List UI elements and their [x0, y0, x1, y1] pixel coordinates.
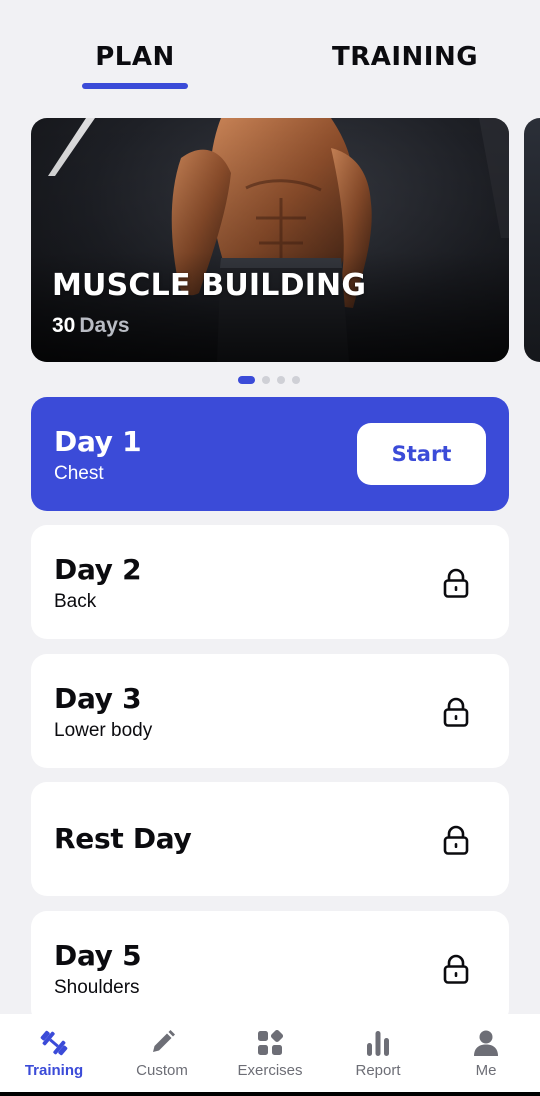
app-screen: PLAN TRAINING MUSCLE BUILDING 30 Days Da…: [0, 0, 540, 1096]
day-card-rest[interactable]: Rest Day: [31, 782, 509, 896]
day-title: Day 1: [54, 425, 142, 458]
banner-days-number: 30: [52, 314, 76, 337]
bar-chart-icon: [367, 1031, 389, 1056]
nav-label: Report: [355, 1062, 401, 1079]
pager-dot[interactable]: [292, 376, 300, 384]
tab-training[interactable]: TRAINING: [330, 40, 480, 80]
tab-plan[interactable]: PLAN: [84, 40, 186, 80]
pager-dot[interactable]: [262, 376, 270, 384]
day-title: Day 5: [54, 939, 142, 972]
pencil-icon: [153, 1030, 175, 1052]
lock-icon: [443, 697, 469, 727]
person-icon: [474, 1030, 498, 1056]
pager-dot-active[interactable]: [238, 376, 255, 384]
day-subtitle: Chest: [54, 463, 104, 484]
banner-days-unit: Days: [79, 314, 130, 337]
day-card-3[interactable]: Day 3 Lower body: [31, 654, 509, 768]
day-title: Day 2: [54, 553, 142, 586]
nav-custom[interactable]: Custom: [108, 1014, 216, 1096]
pager-dot[interactable]: [277, 376, 285, 384]
top-tab-bar: PLAN TRAINING: [0, 0, 540, 100]
start-button[interactable]: Start: [357, 423, 486, 485]
nav-label: Me: [475, 1062, 497, 1079]
nav-label: Training: [24, 1062, 84, 1079]
lock-icon: [443, 954, 469, 984]
nav-exercises[interactable]: Exercises: [216, 1014, 324, 1096]
day-card-5[interactable]: Day 5 Shoulders: [31, 911, 509, 1025]
nav-report[interactable]: Report: [324, 1014, 432, 1096]
nav-training[interactable]: Training: [0, 1014, 108, 1096]
banner-pager: [238, 376, 300, 384]
dumbbell-icon: [40, 1030, 68, 1056]
day-subtitle: Shoulders: [54, 977, 140, 998]
plan-banner-card[interactable]: MUSCLE BUILDING 30 Days: [31, 118, 509, 362]
day-title: Rest Day: [54, 822, 192, 855]
banner-title: MUSCLE BUILDING: [52, 268, 367, 303]
bottom-navigation: Training Custom Exercises Report Me: [0, 1014, 540, 1096]
nav-label: Custom: [136, 1062, 188, 1079]
next-plan-banner-peek[interactable]: [524, 118, 540, 362]
day-subtitle: Back: [54, 591, 97, 612]
day-title: Day 3: [54, 682, 142, 715]
nav-me[interactable]: Me: [432, 1014, 540, 1096]
day-card-2[interactable]: Day 2 Back: [31, 525, 509, 639]
day-subtitle: Lower body: [54, 720, 153, 741]
banner-duration: 30 Days: [52, 314, 130, 338]
active-tab-indicator: [82, 83, 188, 89]
lock-icon: [443, 825, 469, 855]
lock-icon: [443, 568, 469, 598]
nav-label: Exercises: [237, 1062, 303, 1079]
grid-icon: [258, 1029, 284, 1055]
day-card-1[interactable]: Day 1 Chest Start: [31, 397, 509, 511]
